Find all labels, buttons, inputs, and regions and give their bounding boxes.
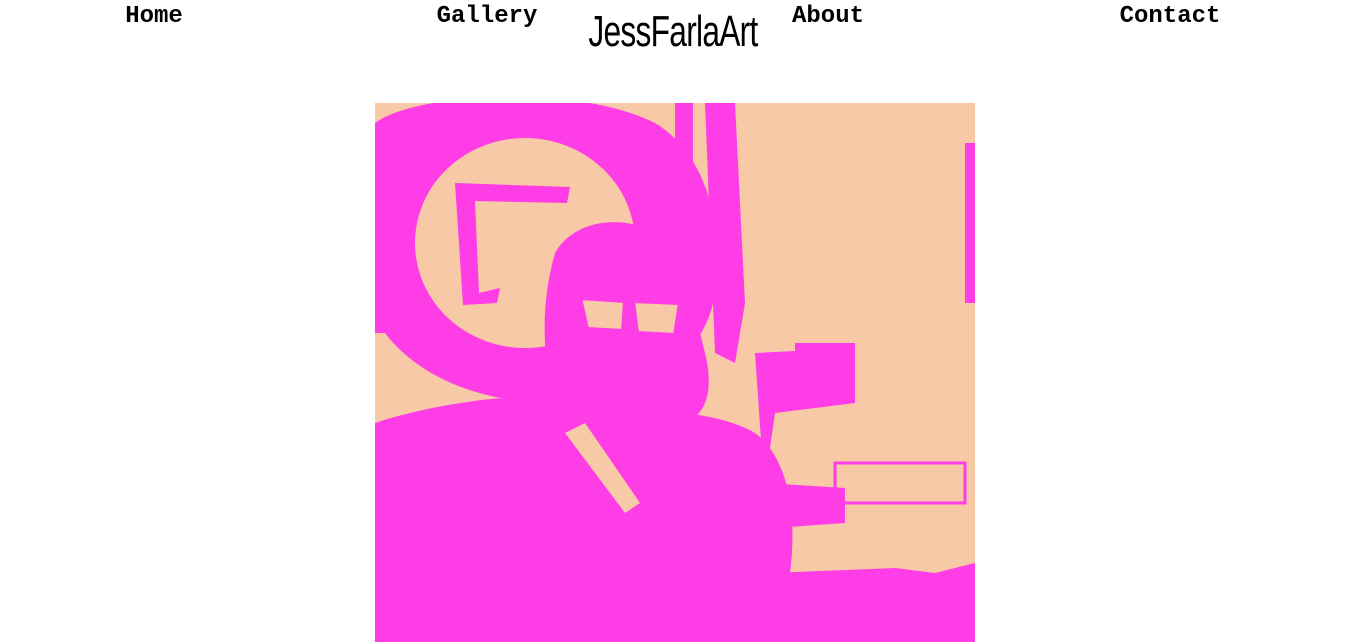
hero-image [375, 103, 975, 642]
artwork-lens-left [577, 295, 628, 334]
nav-home-link[interactable]: Home [125, 0, 183, 34]
artwork-device [795, 343, 855, 393]
artwork-right-edge [965, 143, 975, 303]
artwork-lens-right [630, 298, 683, 338]
nav-about-link[interactable]: About [792, 0, 864, 34]
nav-gallery-link[interactable]: Gallery [437, 0, 538, 34]
site-title: JessFarlaArt [588, 7, 758, 56]
hero-artwork [375, 103, 975, 642]
artwork-body [514, 410, 793, 642]
nav-contact-link[interactable]: Contact [1120, 0, 1221, 34]
